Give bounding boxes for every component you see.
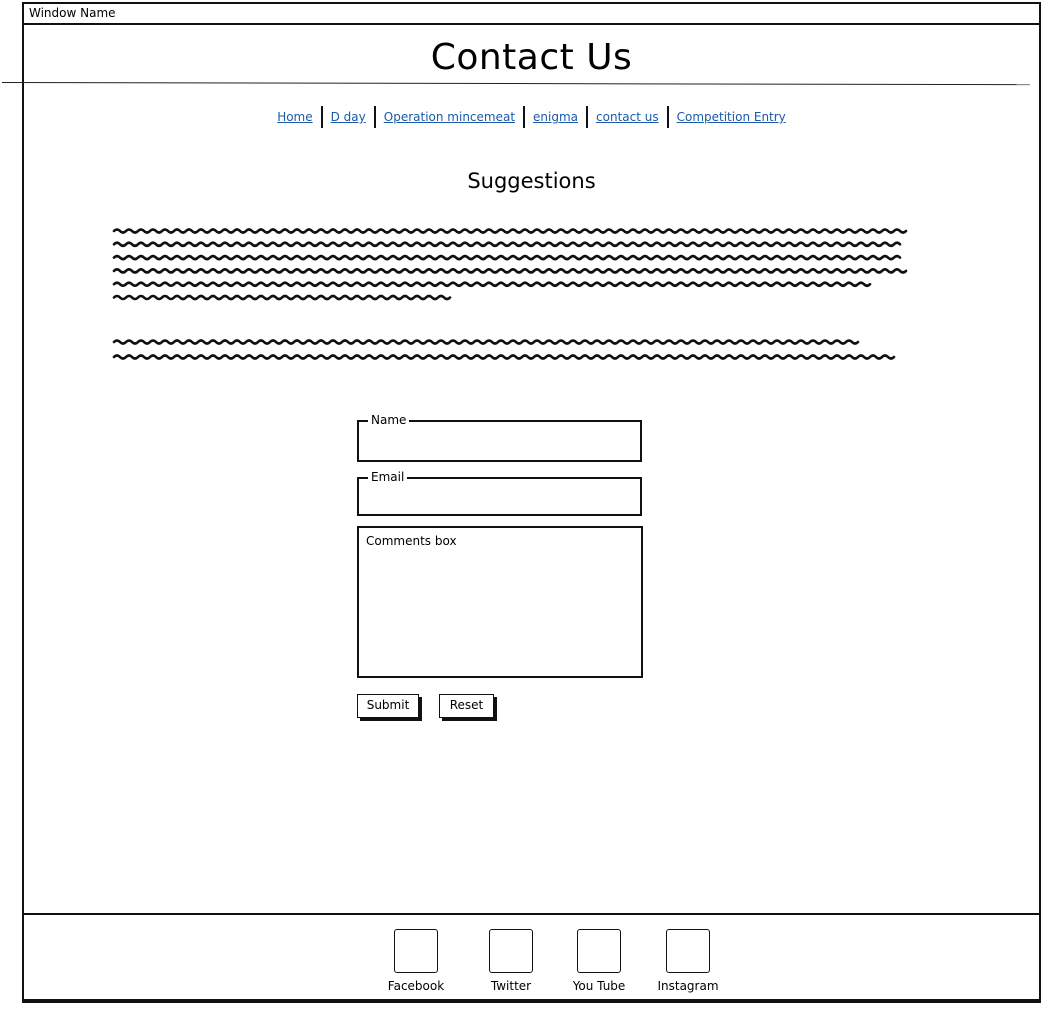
main-nav: Home D day Operation mincemeat enigma co… bbox=[24, 106, 1039, 128]
footer: Facebook Twitter You Tube Instagram bbox=[24, 913, 1039, 999]
title-divider bbox=[1, 82, 1030, 86]
footer-bottom-border bbox=[24, 999, 1039, 1001]
nav-link-d-day[interactable]: D day bbox=[323, 106, 374, 128]
social-label: You Tube bbox=[572, 979, 626, 993]
placeholder-text-line bbox=[112, 294, 452, 301]
social-link-you-tube[interactable]: You Tube bbox=[559, 929, 639, 994]
reset-button[interactable]: Reset bbox=[439, 694, 494, 718]
social-link-twitter[interactable]: Twitter bbox=[471, 929, 551, 994]
nav-link-operation-mincemeat[interactable]: Operation mincemeat bbox=[376, 106, 523, 128]
placeholder-text-line bbox=[112, 354, 896, 360]
youtube-icon[interactable] bbox=[577, 929, 621, 973]
facebook-icon[interactable] bbox=[394, 929, 438, 973]
placeholder-text-line bbox=[112, 241, 902, 248]
submit-button[interactable]: Submit bbox=[357, 694, 419, 718]
social-link-facebook[interactable]: Facebook bbox=[376, 929, 456, 994]
placeholder-paragraph-1 bbox=[112, 228, 908, 301]
email-field-label: Email bbox=[368, 469, 408, 485]
window: Window Name Contact Us Home D day Operat… bbox=[1, 2, 1041, 1003]
placeholder-text-line bbox=[112, 228, 908, 234]
placeholder-text-line bbox=[112, 268, 908, 274]
email-field[interactable]: Email bbox=[357, 469, 642, 516]
nav-link-competition-entry[interactable]: Competition Entry bbox=[669, 106, 794, 128]
nav-link-home[interactable]: Home bbox=[269, 106, 320, 128]
placeholder-paragraph-2 bbox=[112, 339, 896, 360]
page-title: Contact Us bbox=[430, 37, 633, 78]
placeholder-text-line bbox=[112, 254, 902, 261]
name-field[interactable]: Name bbox=[357, 412, 642, 462]
comments-textarea[interactable]: Comments box bbox=[357, 526, 643, 678]
name-field-label: Name bbox=[368, 412, 410, 428]
social-label: Instagram bbox=[657, 979, 719, 993]
social-label: Twitter bbox=[490, 979, 532, 993]
twitter-icon[interactable] bbox=[489, 929, 533, 973]
social-label: Facebook bbox=[387, 979, 445, 993]
placeholder-text-line bbox=[112, 339, 860, 345]
suggestions-heading: Suggestions bbox=[467, 169, 596, 193]
nav-link-enigma[interactable]: enigma bbox=[525, 106, 586, 128]
nav-link-contact-us[interactable]: contact us bbox=[588, 106, 667, 128]
social-link-instagram[interactable]: Instagram bbox=[648, 929, 728, 994]
instagram-icon[interactable] bbox=[666, 929, 710, 973]
window-title: Window Name bbox=[24, 4, 1039, 25]
placeholder-text-line bbox=[112, 281, 872, 287]
